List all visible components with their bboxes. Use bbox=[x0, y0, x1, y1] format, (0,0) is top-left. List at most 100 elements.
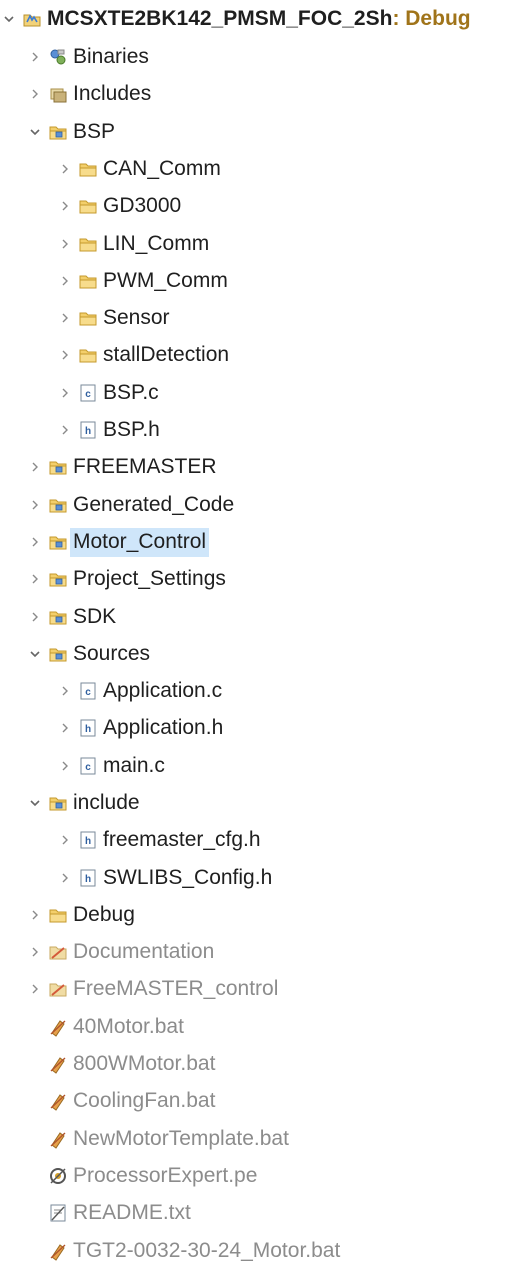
chevron-down-icon[interactable] bbox=[26, 637, 44, 671]
tree-item[interactable]: Documentation bbox=[26, 935, 214, 969]
project-root[interactable]: MCSXTE2BK142_PMSM_FOC_2Sh: Debug bbox=[0, 2, 471, 36]
tree-item[interactable]: c main.c bbox=[56, 749, 165, 783]
tree-item-label: Includes bbox=[73, 82, 152, 105]
tree-item-label: BSP.h bbox=[103, 418, 160, 441]
h-file-icon: h bbox=[78, 718, 98, 738]
tree-item[interactable]: 40Motor.bat bbox=[26, 1010, 184, 1044]
folder-icon bbox=[78, 159, 98, 179]
tree-item-label: include bbox=[73, 791, 140, 814]
source-folder-icon bbox=[48, 457, 68, 477]
folder-icon bbox=[78, 345, 98, 365]
chevron-right-icon[interactable] bbox=[56, 674, 74, 708]
chevron-down-icon[interactable] bbox=[0, 2, 18, 36]
tree-item[interactable]: h Application.h bbox=[56, 711, 223, 745]
tree-item-label: Binaries bbox=[73, 45, 149, 68]
tree-item[interactable]: Includes bbox=[26, 77, 151, 111]
tree-item[interactable]: BSP bbox=[26, 115, 115, 149]
chevron-right-icon[interactable] bbox=[56, 823, 74, 857]
tree-item-label: README.txt bbox=[73, 1201, 191, 1224]
tree-item[interactable]: CoolingFan.bat bbox=[26, 1084, 215, 1118]
tree-item[interactable]: Binaries bbox=[26, 40, 149, 74]
tree-item-label: 800WMotor.bat bbox=[73, 1052, 216, 1075]
tree-item[interactable]: stallDetection bbox=[56, 338, 229, 372]
chevron-right-icon[interactable] bbox=[56, 711, 74, 745]
chevron-right-icon[interactable] bbox=[56, 861, 74, 895]
h-file-icon: h bbox=[78, 868, 98, 888]
tree-item[interactable]: NewMotorTemplate.bat bbox=[26, 1122, 289, 1156]
tree-item[interactable]: h freemaster_cfg.h bbox=[56, 823, 261, 857]
tree-item[interactable]: Sensor bbox=[56, 301, 170, 335]
chevron-right-icon[interactable] bbox=[56, 413, 74, 447]
tree-item[interactable]: include bbox=[26, 786, 140, 820]
tree-item-label: Documentation bbox=[73, 940, 215, 963]
folder-icon bbox=[78, 234, 98, 254]
binaries-icon bbox=[48, 47, 68, 67]
svg-text:c: c bbox=[85, 762, 91, 773]
tree-item[interactable]: LIN_Comm bbox=[56, 227, 209, 261]
chevron-right-icon[interactable] bbox=[26, 40, 44, 74]
chevron-right-icon[interactable] bbox=[56, 338, 74, 372]
chevron-right-icon[interactable] bbox=[26, 450, 44, 484]
tree-item-label: FREEMASTER bbox=[73, 455, 217, 478]
chevron-down-icon[interactable] bbox=[26, 786, 44, 820]
chevron-right-icon[interactable] bbox=[26, 488, 44, 522]
tree-item[interactable]: Sources bbox=[26, 637, 150, 671]
source-folder-icon bbox=[48, 495, 68, 515]
excluded-file-icon bbox=[48, 1017, 68, 1037]
chevron-right-icon[interactable] bbox=[26, 898, 44, 932]
svg-text:h: h bbox=[85, 426, 91, 437]
tree-item-label: CAN_Comm bbox=[103, 157, 221, 180]
tree-item-label: Motor_Control bbox=[70, 527, 210, 557]
tree-item-label: ProcessorExpert.pe bbox=[73, 1164, 258, 1187]
tree-item[interactable]: h BSP.h bbox=[56, 413, 160, 447]
source-folder-icon bbox=[48, 122, 68, 142]
source-folder-icon bbox=[48, 793, 68, 813]
tree-item-label: SWLIBS_Config.h bbox=[103, 866, 273, 889]
tree-item[interactable]: Project_Settings bbox=[26, 562, 226, 596]
tree-item[interactable]: README.txt bbox=[26, 1196, 191, 1230]
folder-icon bbox=[78, 271, 98, 291]
tree-item[interactable]: c Application.c bbox=[56, 674, 222, 708]
chevron-right-icon[interactable] bbox=[26, 77, 44, 111]
tree-item[interactable]: ProcessorExpert.pe bbox=[26, 1159, 257, 1193]
chevron-right-icon[interactable] bbox=[26, 600, 44, 634]
tree-item[interactable]: FREEMASTER bbox=[26, 450, 217, 484]
source-folder-icon bbox=[48, 607, 68, 627]
tree-item[interactable]: Generated_Code bbox=[26, 488, 234, 522]
chevron-right-icon[interactable] bbox=[26, 972, 44, 1006]
chevron-right-icon[interactable] bbox=[56, 227, 74, 261]
includes-icon bbox=[48, 84, 68, 104]
tree-item[interactable]: Debug bbox=[26, 898, 135, 932]
chevron-right-icon[interactable] bbox=[56, 376, 74, 410]
chevron-right-icon[interactable] bbox=[56, 152, 74, 186]
tree-item[interactable]: FreeMASTER_control bbox=[26, 972, 278, 1006]
chevron-right-icon[interactable] bbox=[56, 264, 74, 298]
tree-item[interactable]: Motor_Control bbox=[26, 525, 210, 559]
folder-icon bbox=[48, 905, 68, 925]
tree-item[interactable]: h SWLIBS_Config.h bbox=[56, 861, 272, 895]
source-folder-icon bbox=[48, 644, 68, 664]
tree-item-label: BSP bbox=[73, 120, 116, 143]
chevron-right-icon[interactable] bbox=[56, 301, 74, 335]
tree-item[interactable]: GD3000 bbox=[56, 189, 181, 223]
tree-item[interactable]: 800WMotor.bat bbox=[26, 1047, 215, 1081]
tree-item-label: Project_Settings bbox=[73, 567, 226, 590]
tree-item-label: FreeMASTER_control bbox=[73, 977, 279, 1000]
tree-item[interactable]: PWM_Comm bbox=[56, 264, 228, 298]
chevron-right-icon[interactable] bbox=[56, 749, 74, 783]
chevron-right-icon[interactable] bbox=[26, 562, 44, 596]
tree-item-label: LIN_Comm bbox=[103, 232, 210, 255]
tree-item[interactable]: SDK bbox=[26, 600, 116, 634]
chevron-right-icon[interactable] bbox=[26, 935, 44, 969]
chevron-right-icon[interactable] bbox=[26, 525, 44, 559]
tree-item-label: Sensor bbox=[103, 306, 170, 329]
tree-item[interactable]: c BSP.c bbox=[56, 376, 159, 410]
excluded-folder-icon bbox=[48, 979, 68, 999]
tree-item[interactable]: CAN_Comm bbox=[56, 152, 221, 186]
chevron-right-icon[interactable] bbox=[56, 189, 74, 223]
tree-item-label: 40Motor.bat bbox=[73, 1015, 184, 1038]
tree-item-label: Generated_Code bbox=[73, 493, 235, 516]
chevron-down-icon[interactable] bbox=[26, 115, 44, 149]
